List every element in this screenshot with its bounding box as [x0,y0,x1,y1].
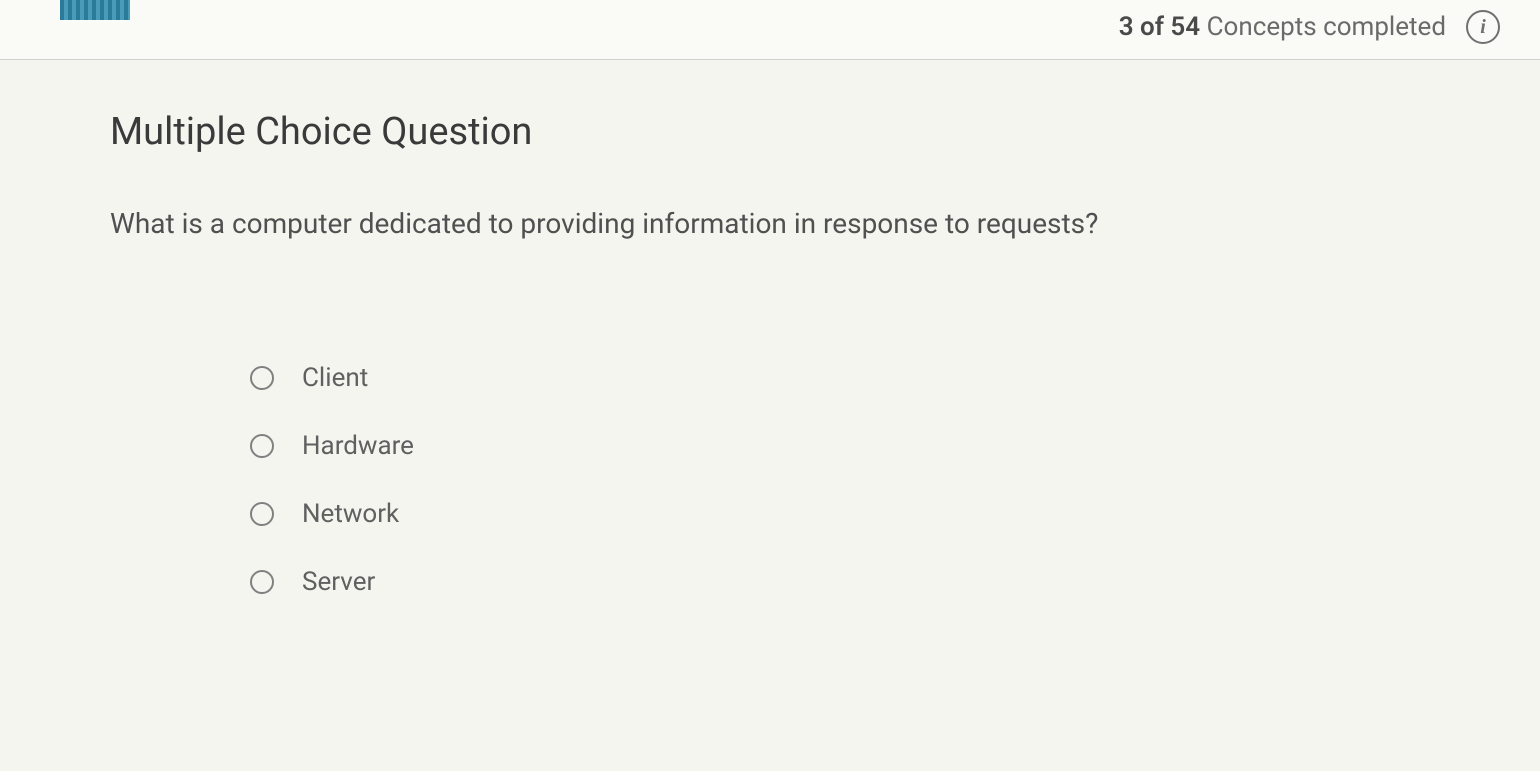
question-type-heading: Multiple Choice Question [110,110,1440,154]
progress-count: 3 of 54 [1119,12,1200,42]
progress-suffix: Concepts completed [1200,12,1446,42]
option-label: Server [302,567,375,597]
info-icon[interactable]: i [1466,10,1500,44]
option-label: Client [302,363,368,393]
option-network[interactable]: Network [250,499,1440,529]
options-list: Client Hardware Network Server [110,363,1440,597]
option-server[interactable]: Server [250,567,1440,597]
option-hardware[interactable]: Hardware [250,431,1440,461]
option-label: Hardware [302,431,414,461]
progress-bar-decoration [60,0,130,20]
option-client[interactable]: Client [250,363,1440,393]
question-text: What is a computer dedicated to providin… [110,204,1440,243]
radio-icon [250,570,274,594]
option-label: Network [302,499,399,529]
progress-text: 3 of 54 Concepts completed [1119,12,1446,42]
progress-header: 3 of 54 Concepts completed i [0,0,1540,60]
radio-icon [250,434,274,458]
question-content: Multiple Choice Question What is a compu… [0,60,1540,597]
radio-icon [250,366,274,390]
radio-icon [250,502,274,526]
